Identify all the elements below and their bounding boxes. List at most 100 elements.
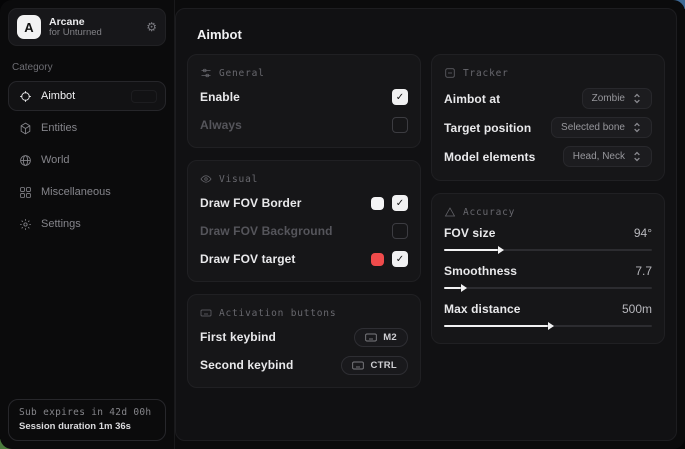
- setting-row-fov-size: FOV size 94°: [444, 226, 652, 256]
- sliders-icon: [200, 67, 212, 79]
- section-title: Activation buttons: [219, 308, 336, 319]
- sidebar-item-miscellaneous[interactable]: Miscellaneous: [8, 177, 166, 207]
- color-swatch-white[interactable]: [371, 197, 384, 210]
- brand-logo: A: [17, 15, 41, 39]
- setting-row-fov-target: Draw FOV target ✓: [200, 248, 408, 270]
- model-elements-select[interactable]: Head, Neck: [563, 146, 652, 167]
- sidebar-item-world[interactable]: World: [8, 145, 166, 175]
- right-column: Tracker Aimbot at Zombie Target position: [431, 54, 665, 344]
- section-title: Tracker: [463, 68, 509, 79]
- setting-label: Draw FOV target: [200, 252, 296, 266]
- aimbot-keybind-hint: [131, 90, 157, 103]
- setting-row-aimbot-at: Aimbot at Zombie: [444, 86, 652, 111]
- fov-background-checkbox[interactable]: [392, 223, 408, 239]
- sub-expires-text: Sub expires in 42d 00h: [19, 407, 155, 418]
- cheat-menu-window: A Arcane for Unturned ⚙ Category Aimbot: [0, 0, 685, 449]
- chevron-up-down-icon: [632, 122, 642, 133]
- sidebar-item-label: Miscellaneous: [41, 186, 111, 198]
- setting-label: Always: [200, 118, 242, 132]
- fov-size-value: 94°: [634, 226, 652, 240]
- setting-row-always: Always: [200, 114, 408, 136]
- chevron-up-down-icon: [632, 151, 642, 162]
- grid-icon: [19, 186, 32, 199]
- entities-icon: [19, 122, 32, 135]
- tracker-card: Tracker Aimbot at Zombie Target position: [431, 54, 665, 181]
- setting-row-first-keybind: First keybind M2: [200, 326, 408, 348]
- square-minus-icon: [444, 67, 456, 79]
- keyboard-icon: [365, 333, 377, 342]
- keyboard-icon: [352, 361, 364, 370]
- brand-header: A Arcane for Unturned ⚙: [8, 8, 166, 46]
- setting-label: Draw FOV Border: [200, 196, 302, 210]
- setting-label: Model elements: [444, 150, 535, 164]
- eye-icon: [200, 173, 212, 185]
- keyboard-icon: [200, 307, 212, 319]
- always-checkbox[interactable]: [392, 117, 408, 133]
- setting-label: First keybind: [200, 330, 276, 344]
- sidebar-item-settings[interactable]: Settings: [8, 209, 166, 239]
- setting-row-max-distance: Max distance 500m: [444, 302, 652, 332]
- setting-row-smoothness: Smoothness 7.7: [444, 264, 652, 294]
- chevron-up-down-icon: [632, 93, 642, 104]
- left-column: General Enable ✓ Always: [187, 54, 421, 388]
- setting-label: Second keybind: [200, 358, 293, 372]
- sidebar-item-aimbot[interactable]: Aimbot: [8, 81, 166, 111]
- sidebar-item-label: World: [41, 154, 70, 166]
- slider-fill: [444, 287, 461, 289]
- smoothness-value: 7.7: [635, 264, 652, 278]
- accuracy-card: Accuracy FOV size 94°: [431, 193, 665, 344]
- fov-target-checkbox[interactable]: ✓: [392, 251, 408, 267]
- session-duration-text: Session duration 1m 36s: [19, 421, 155, 432]
- screen: A Arcane for Unturned ⚙ Category Aimbot: [0, 0, 685, 449]
- sidebar-nav: Aimbot Entities World: [8, 81, 166, 239]
- setting-row-enable: Enable ✓: [200, 86, 408, 108]
- category-label: Category: [12, 62, 166, 73]
- sidebar: A Arcane for Unturned ⚙ Category Aimbot: [0, 0, 175, 449]
- second-keybind-button[interactable]: CTRL: [341, 356, 408, 375]
- sidebar-item-entities[interactable]: Entities: [8, 113, 166, 143]
- setting-label: Smoothness: [444, 264, 517, 278]
- setting-label: Draw FOV Background: [200, 224, 333, 238]
- globe-icon: [19, 154, 32, 167]
- setting-row-target-position: Target position Selected bone: [444, 115, 652, 140]
- gear-icon: [19, 218, 32, 231]
- sidebar-item-label: Aimbot: [41, 90, 75, 102]
- sidebar-item-label: Settings: [41, 218, 81, 230]
- color-swatch-red[interactable]: [371, 253, 384, 266]
- gear-icon[interactable]: ⚙: [146, 20, 157, 34]
- max-distance-value: 500m: [622, 302, 652, 316]
- setting-row-fov-border: Draw FOV Border ✓: [200, 192, 408, 214]
- triangle-icon: [444, 206, 456, 218]
- setting-row-model-elements: Model elements Head, Neck: [444, 144, 652, 169]
- general-card: General Enable ✓ Always: [187, 54, 421, 148]
- crosshair-icon: [19, 90, 32, 103]
- setting-label: Enable: [200, 90, 240, 104]
- brand-subtitle: for Unturned: [49, 28, 138, 39]
- visual-card: Visual Draw FOV Border ✓ Draw FOV Backgr…: [187, 160, 421, 282]
- first-keybind-button[interactable]: M2: [354, 328, 408, 347]
- subscription-status-card: Sub expires in 42d 00h Session duration …: [8, 399, 166, 441]
- setting-label: Max distance: [444, 302, 521, 316]
- fov-border-checkbox[interactable]: ✓: [392, 195, 408, 211]
- setting-label: Aimbot at: [444, 92, 500, 106]
- fov-size-slider[interactable]: [444, 244, 652, 256]
- setting-row-fov-background: Draw FOV Background: [200, 220, 408, 242]
- target-position-select[interactable]: Selected bone: [551, 117, 652, 138]
- setting-label: FOV size: [444, 226, 495, 240]
- main-panel: Aimbot General Enable ✓ Al: [175, 8, 677, 441]
- section-title: General: [219, 68, 265, 79]
- slider-fill: [444, 249, 498, 251]
- enable-checkbox[interactable]: ✓: [392, 89, 408, 105]
- page-title: Aimbot: [197, 27, 665, 42]
- setting-label: Target position: [444, 121, 531, 135]
- section-title: Accuracy: [463, 207, 515, 218]
- aimbot-at-select[interactable]: Zombie: [582, 88, 652, 109]
- sidebar-item-label: Entities: [41, 122, 77, 134]
- max-distance-slider[interactable]: [444, 320, 652, 332]
- activation-card: Activation buttons First keybind M2 Seco…: [187, 294, 421, 388]
- brand-name: Arcane: [49, 16, 138, 28]
- setting-row-second-keybind: Second keybind CTRL: [200, 354, 408, 376]
- section-title: Visual: [219, 174, 258, 185]
- smoothness-slider[interactable]: [444, 282, 652, 294]
- slider-fill: [444, 325, 548, 327]
